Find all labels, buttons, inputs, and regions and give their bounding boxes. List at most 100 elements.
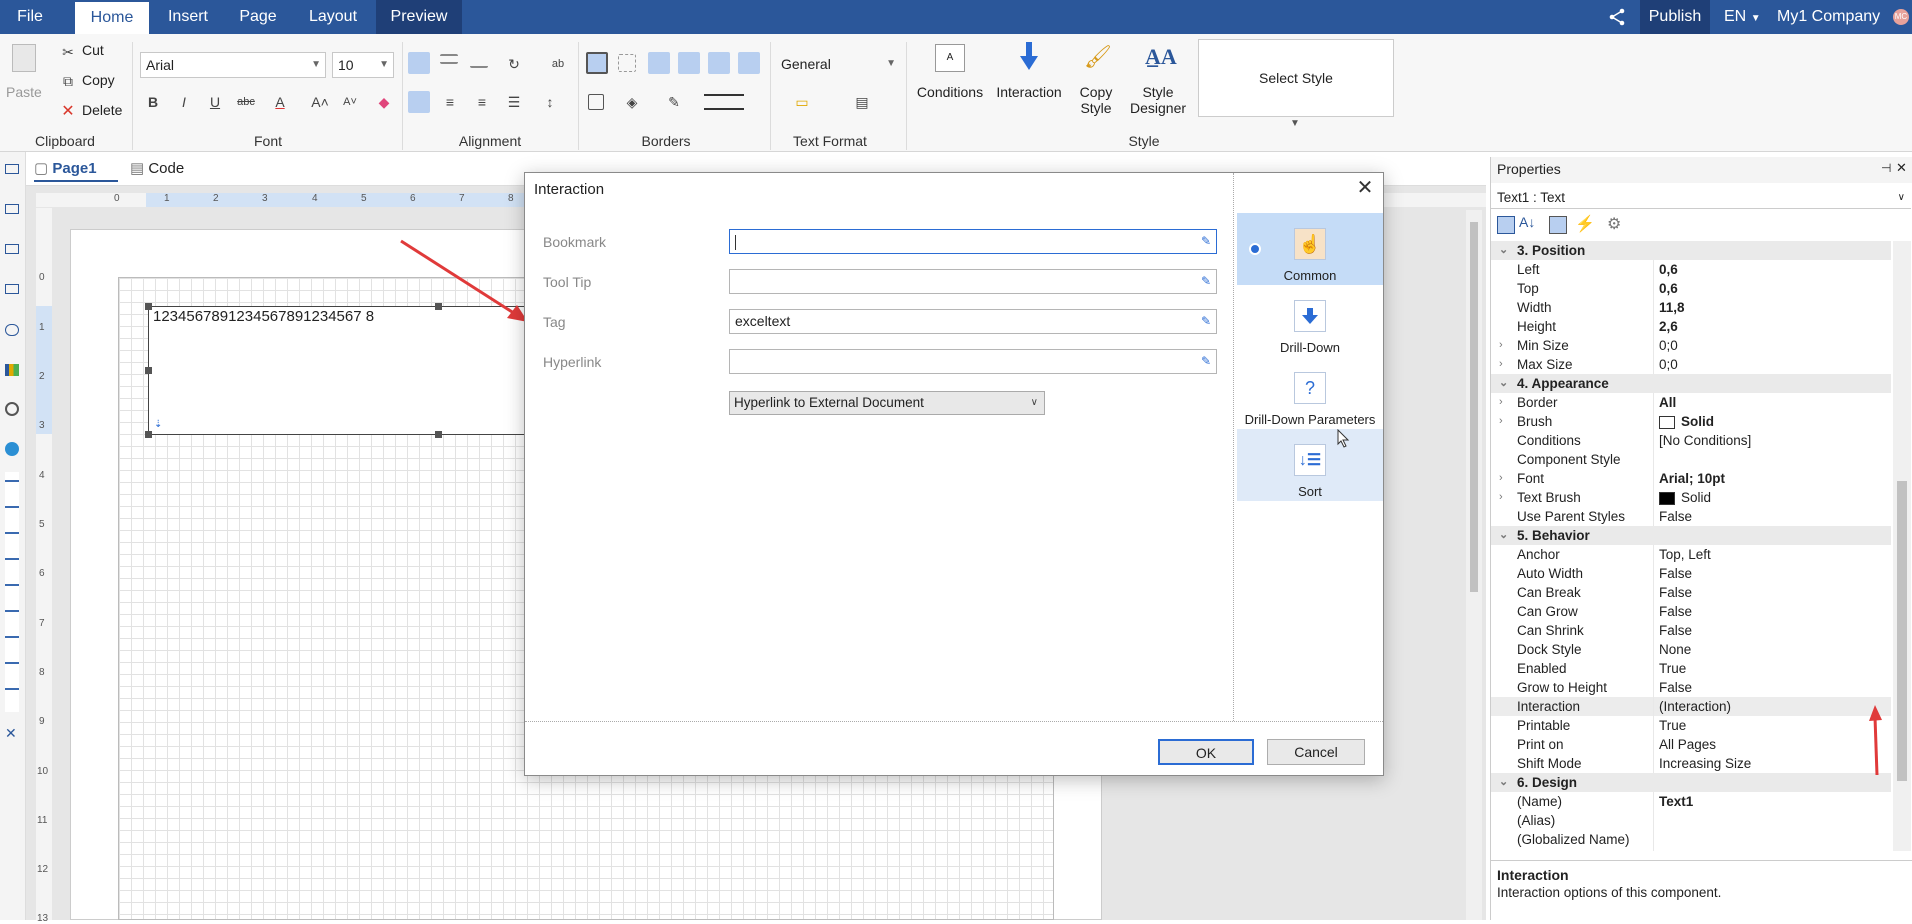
border-left-icon[interactable] [678,52,700,74]
gauge-icon[interactable] [5,402,19,416]
select-style-box[interactable]: Select Style [1198,39,1394,117]
pin-icon[interactable]: ⊣ [1881,161,1891,175]
edit-icon[interactable]: ✎ [1201,270,1211,293]
italic-icon[interactable]: I [174,92,194,112]
property-row[interactable]: Enabled True [1491,659,1891,678]
wrap-text-icon[interactable]: ab [548,54,568,74]
property-row[interactable]: › Min Size 0;0 [1491,336,1891,355]
property-grid[interactable]: ⌄ 3. Position Left 0,6 Top 0,6 Width 11,8 Height… [1491,241,1893,851]
scrollbar-thumb[interactable] [1470,222,1478,592]
property-category[interactable]: ⌄ 5. Behavior [1491,526,1891,545]
property-category[interactable]: ⌄ 6. Design [1491,773,1891,792]
border-none-icon[interactable] [618,54,636,72]
border-all-icon[interactable] [586,52,608,74]
property-value[interactable]: 0;0 [1659,355,1678,374]
properties-scrollbar[interactable] [1893,241,1911,851]
font-size-select[interactable]: 10 ▼ [332,52,394,78]
company-name[interactable]: My1 Company [1777,0,1880,34]
copy-button[interactable]: Copy [82,72,115,88]
chevron-right-icon[interactable]: › [1499,469,1503,488]
hyperlink-type-select[interactable]: Hyperlink to External Document ∨ [729,391,1045,415]
chevron-down-icon[interactable]: ⌄ [1499,374,1508,393]
fill-icon[interactable]: ◈ [622,92,642,112]
property-row[interactable]: (Name) Text1 [1491,792,1891,811]
conditions-button[interactable]: Conditions [915,84,985,100]
strikethrough-icon[interactable]: abc [236,92,256,112]
band-icon[interactable] [5,244,19,254]
line-spacing-icon[interactable]: ↕ [540,92,560,112]
underline-icon[interactable]: U [205,92,225,112]
align-middle-icon[interactable] [440,54,458,64]
font-family-select[interactable]: Arial ▼ [140,52,326,78]
property-row[interactable]: Width 11,8 [1491,298,1891,317]
property-category[interactable]: ⌄ 3. Position [1491,241,1891,260]
property-value[interactable]: Text1 [1659,792,1693,811]
property-value[interactable]: All Pages [1659,735,1716,754]
property-value[interactable]: False [1659,507,1692,526]
chevron-right-icon[interactable]: › [1499,412,1503,431]
property-row[interactable]: Conditions [No Conditions] [1491,431,1891,450]
tab-preview[interactable]: Preview [376,0,462,34]
property-value[interactable]: 0,6 [1659,279,1678,298]
side-tab-common[interactable]: ☝ Common [1237,213,1383,285]
property-row[interactable]: › Font Arial; 10pt [1491,469,1891,488]
eraser-icon[interactable]: ◆ [374,92,394,112]
align-bottom-icon[interactable] [470,58,488,68]
border-right-icon[interactable] [708,52,730,74]
close-icon[interactable]: ✕ [1353,177,1377,201]
property-value[interactable]: True [1659,659,1686,678]
property-row[interactable]: Left 0,6 [1491,260,1891,279]
share-icon[interactable] [1608,8,1626,26]
property-row[interactable]: Printable True [1491,716,1891,735]
shape-icon[interactable] [5,324,19,336]
cut-button[interactable]: Cut [82,42,104,58]
property-row[interactable]: Component Style [1491,450,1891,469]
side-tab-drill-down-parameters[interactable]: ? Drill-Down Parameters [1237,357,1383,429]
scrollbar-thumb[interactable] [1897,481,1907,781]
avatar[interactable]: MC [1893,9,1909,25]
border-style-icon[interactable] [704,94,744,110]
property-row[interactable]: Interaction (Interaction) [1491,697,1891,716]
property-value[interactable]: Arial; 10pt [1659,469,1725,488]
property-row[interactable]: Can Break False [1491,583,1891,602]
border-box-icon[interactable] [588,94,604,110]
property-value[interactable]: False [1659,678,1692,697]
property-value[interactable]: 0,6 [1659,260,1678,279]
band-icon[interactable] [5,204,19,214]
chevron-right-icon[interactable]: › [1499,488,1503,507]
property-row[interactable]: Dock Style None [1491,640,1891,659]
delete-button[interactable]: Delete [82,102,122,118]
shrink-font-icon[interactable]: A˅ [340,92,360,112]
property-value[interactable]: Solid [1659,412,1714,431]
cancel-button[interactable]: Cancel [1267,739,1365,765]
property-value[interactable]: False [1659,621,1692,640]
rotate-icon[interactable]: ↻ [504,54,524,74]
property-value[interactable]: (Interaction) [1659,697,1731,716]
property-value[interactable]: All [1659,849,1674,851]
chevron-right-icon[interactable]: › [1499,355,1503,374]
property-row[interactable]: Shift Mode Increasing Size [1491,754,1891,773]
copy-style-button[interactable]: Copy Style [1072,84,1120,116]
side-tab-drill-down[interactable]: Drill-Down [1237,285,1383,357]
resize-handle[interactable] [435,431,442,438]
property-value[interactable]: True [1659,716,1686,735]
bold-icon[interactable]: B [143,92,163,112]
property-value[interactable]: Solid [1659,488,1711,507]
text-format-select[interactable]: General ▼ [776,52,900,78]
side-tab-sort[interactable]: ↓☰ Sort [1237,429,1383,501]
hyperlink-input[interactable]: ✎ [729,349,1217,374]
property-value[interactable]: False [1659,602,1692,621]
chevron-down-icon[interactable]: ⌄ [1499,241,1508,260]
cross-band-icon[interactable] [5,284,19,294]
property-value[interactable]: All [1659,393,1676,412]
edit-icon[interactable]: ✎ [1201,350,1211,373]
justify-icon[interactable]: ☰ [504,92,524,112]
edit-icon[interactable]: ✎ [1201,310,1211,333]
bookmark-input[interactable]: ✎ [729,229,1217,254]
component-list[interactable] [5,472,19,712]
property-row[interactable]: (Alias) [1491,811,1891,830]
tab-layout[interactable]: Layout [295,0,371,34]
tab-code[interactable]: ▤ Code [130,158,200,182]
property-row[interactable]: › Brush Solid [1491,412,1891,431]
property-value[interactable]: 11,8 [1659,298,1685,317]
